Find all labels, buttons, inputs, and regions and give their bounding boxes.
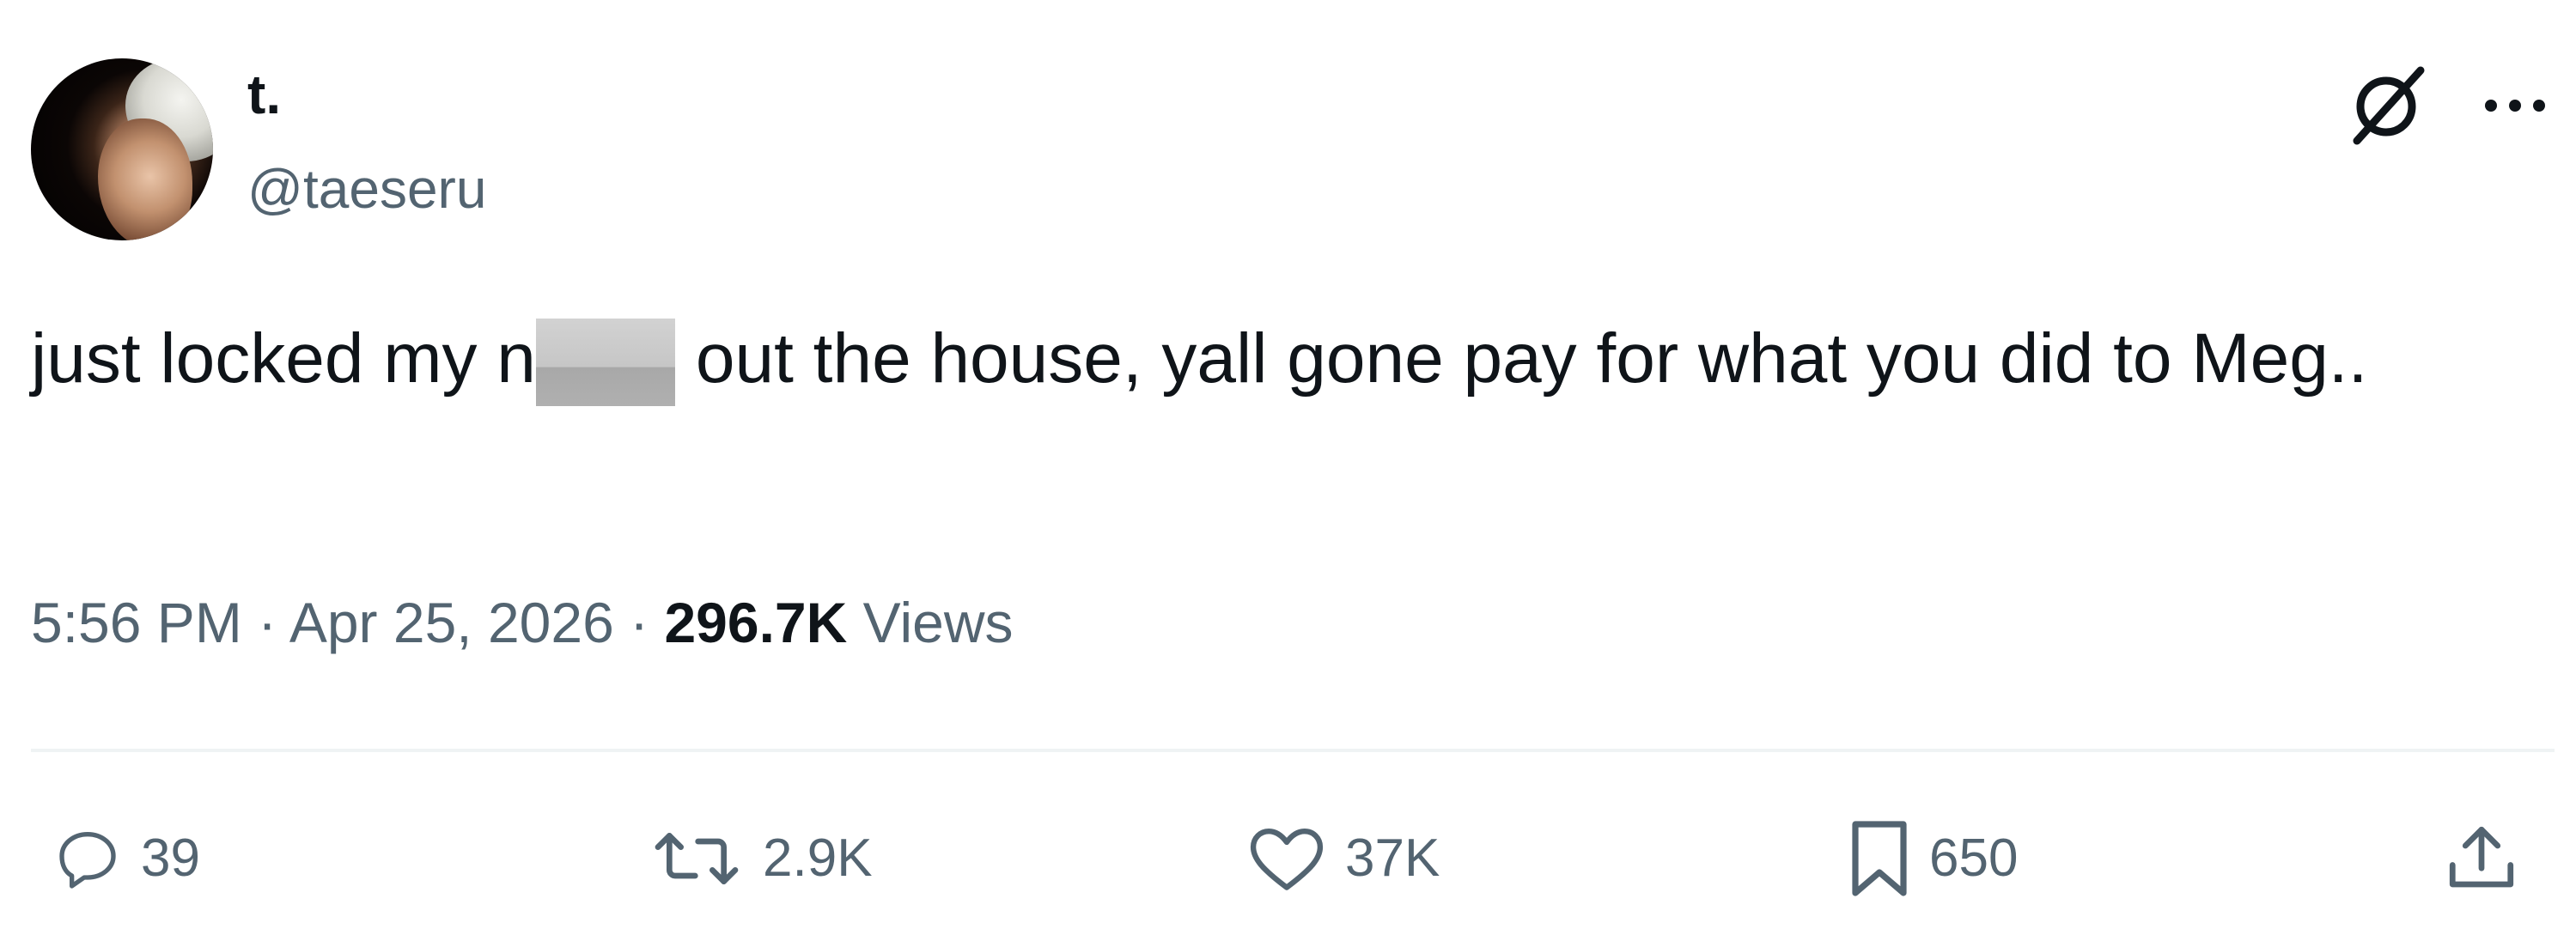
views-count[interactable]: 296.7K xyxy=(664,591,847,654)
tweet-meta: 5:56 PM · Apr 25, 2026 · 296.7K Views xyxy=(31,594,1014,651)
divider xyxy=(31,749,2555,752)
display-name[interactable]: t. xyxy=(247,67,281,122)
avatar[interactable] xyxy=(31,58,213,240)
redacted-word-block xyxy=(535,319,675,406)
tweet-time[interactable]: 5:56 PM xyxy=(31,591,242,654)
more-options-icon[interactable] xyxy=(2481,93,2549,118)
speech-bubble-icon xyxy=(59,832,116,889)
reply-button[interactable]: 39 xyxy=(53,816,200,902)
user-handle[interactable]: @taeseru xyxy=(247,161,486,216)
retweet-count: 2.9K xyxy=(763,829,873,888)
share-upload-icon xyxy=(2449,826,2514,888)
meta-separator: · xyxy=(258,591,277,654)
like-count: 37K xyxy=(1345,829,1440,888)
tweet-card: t. @taeseru just locked my n out the hous… xyxy=(0,0,2576,935)
like-button[interactable]: 37K xyxy=(1247,816,1440,902)
avatar-face xyxy=(98,118,192,240)
reply-count: 39 xyxy=(141,829,200,888)
tweet-text: just locked my n out the house, yall gone… xyxy=(31,302,2522,416)
tweet-date[interactable]: Apr 25, 2026 xyxy=(289,591,614,654)
views-label[interactable]: Views xyxy=(863,591,1014,654)
retweet-arrows-icon xyxy=(655,833,739,884)
heart-icon xyxy=(1250,828,1324,890)
share-button[interactable] xyxy=(2443,816,2520,902)
tweet-text-end: out the house, yall gone pay for what yo… xyxy=(695,319,2368,398)
grok-icon[interactable] xyxy=(2343,62,2429,148)
bookmark-count: 650 xyxy=(1929,829,2019,888)
retweet-button[interactable]: 2.9K xyxy=(649,816,873,902)
tweet-text-start: just locked my n xyxy=(31,319,536,398)
bookmark-icon xyxy=(1852,821,1907,896)
meta-separator-2: · xyxy=(630,591,649,654)
bookmark-button[interactable]: 650 xyxy=(1848,816,2018,902)
